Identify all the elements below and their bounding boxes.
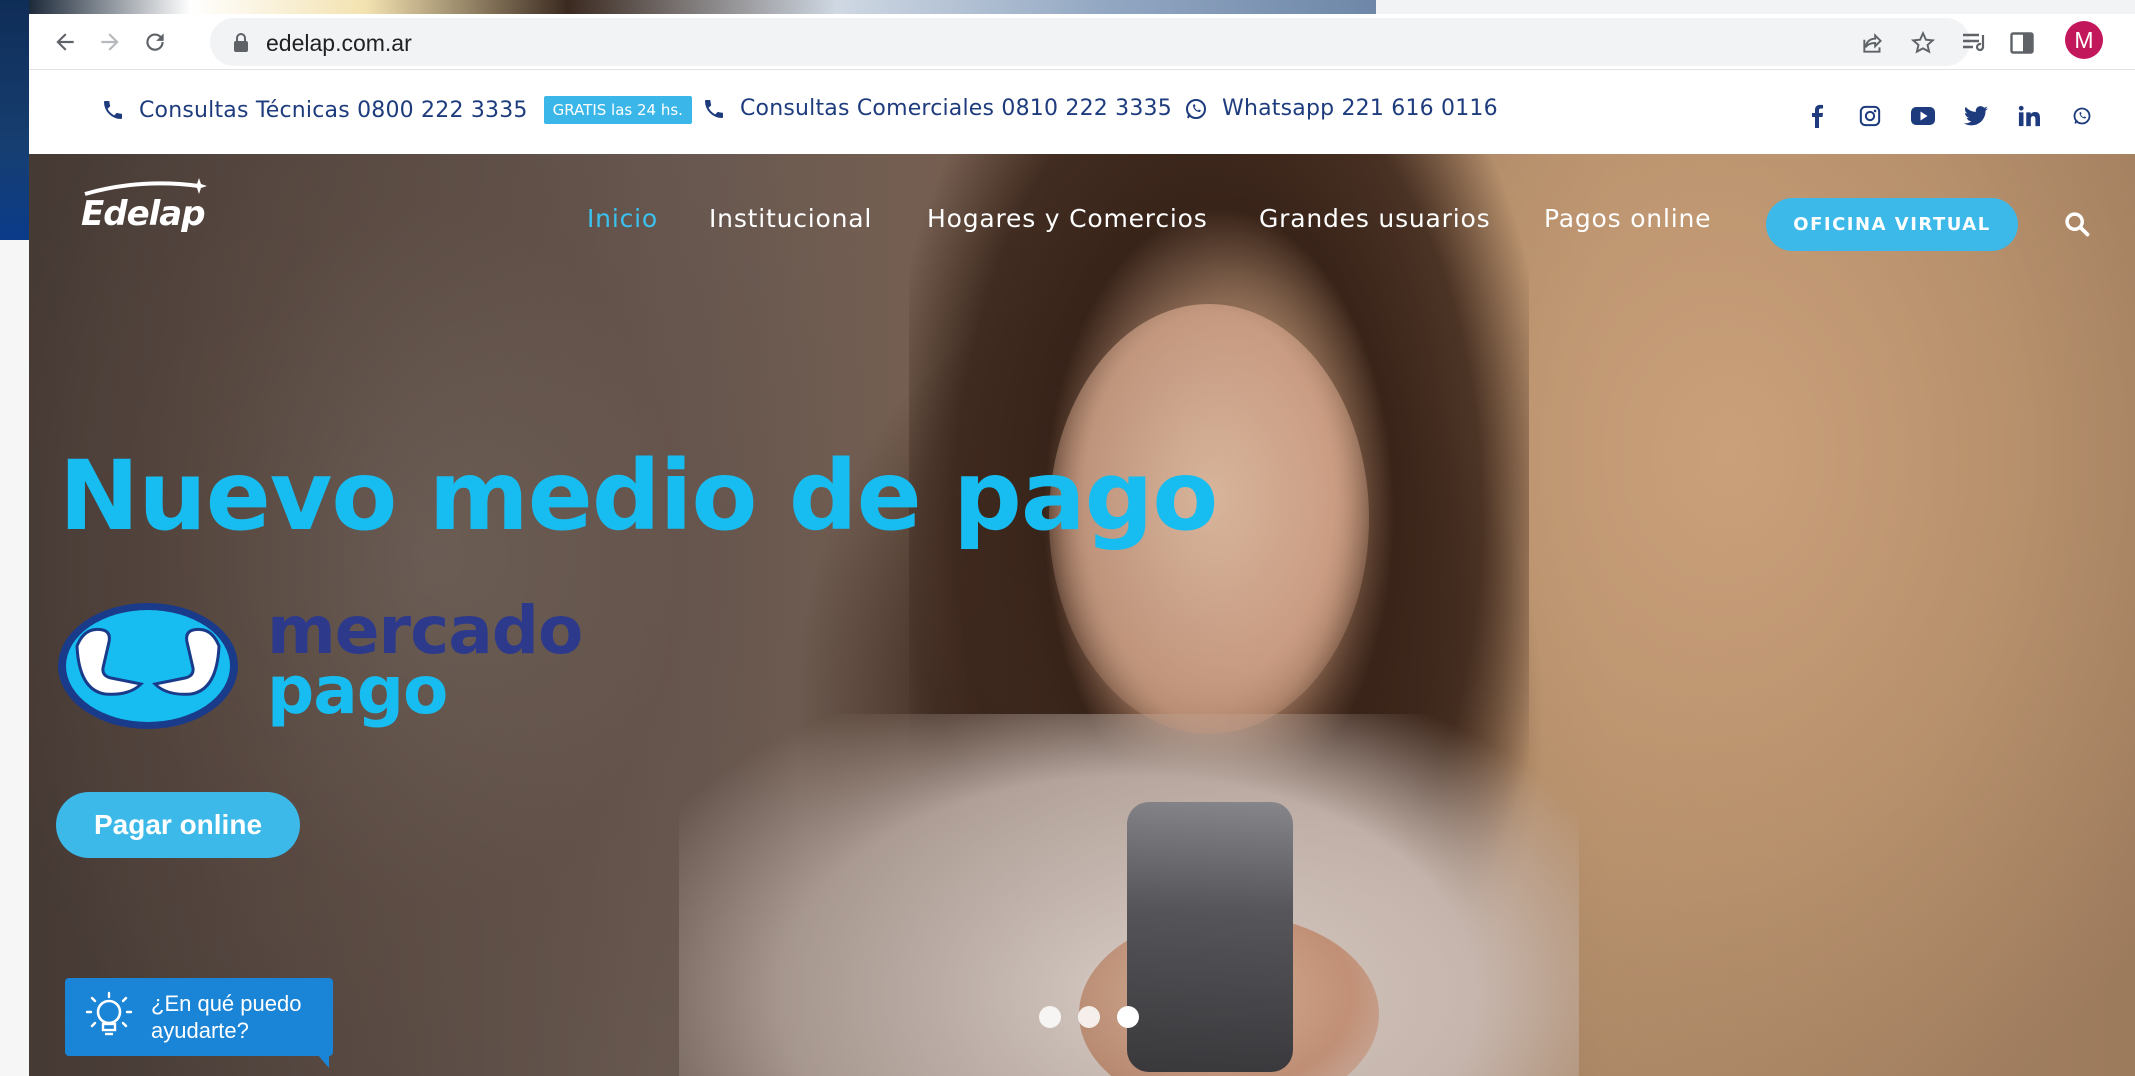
contact-bar: Consultas Técnicas 0800 222 3335 GRATIS …	[29, 70, 2135, 154]
reload-icon	[146, 33, 164, 51]
reload-button[interactable]	[137, 24, 173, 60]
youtube-icon[interactable]	[1909, 102, 1937, 130]
mercado-pago-word-pago: pago	[267, 652, 448, 729]
whatsapp-icon	[1186, 98, 1206, 119]
hero-banner: Edelap Inicio Institucional Hogares y Co…	[29, 154, 2135, 1076]
carousel-dot-3[interactable]	[1117, 1006, 1139, 1028]
side-panel-icon[interactable]	[2010, 32, 2034, 54]
arrow-right-icon	[101, 33, 119, 51]
carousel-dot-1[interactable]	[1039, 1006, 1061, 1028]
nav-hogares-y-comercios[interactable]: Hogares y Comercios	[927, 204, 1208, 233]
help-chat-widget[interactable]: ¿En qué puedo ayudarte?	[65, 978, 333, 1068]
reading-list-icon[interactable]	[1961, 32, 1989, 54]
forward-button[interactable]	[92, 24, 128, 60]
twitter-icon[interactable]	[1962, 102, 1990, 130]
pagar-online-button[interactable]: Pagar online	[56, 792, 300, 858]
tech-contact[interactable]: Consultas Técnicas 0800 222 3335 GRATIS …	[101, 96, 692, 124]
phone-icon	[104, 101, 122, 119]
linkedin-icon[interactable]	[2015, 102, 2043, 130]
tech-contact-label: Consultas Técnicas 0800 222 3335	[139, 97, 528, 123]
facebook-icon[interactable]	[1803, 102, 1831, 130]
search-icon[interactable]	[2063, 210, 2091, 238]
phone-icon	[705, 99, 723, 118]
url-text: edelap.com.ar	[266, 30, 412, 56]
commercial-contact-label: Consultas Comerciales 0810 222 3335	[740, 96, 1172, 121]
background-window-top-right	[1376, 0, 2135, 14]
carousel-dot-2[interactable]	[1078, 1006, 1100, 1028]
logo-swoosh-icon	[84, 178, 207, 196]
share-icon[interactable]	[1860, 30, 1886, 56]
address-bar[interactable]: edelap.com.ar	[210, 18, 1970, 66]
nav-pagos-online[interactable]: Pagos online	[1544, 204, 1711, 233]
nav-inicio[interactable]: Inicio	[587, 204, 658, 233]
whatsapp-social-icon[interactable]	[2068, 102, 2096, 130]
bookmark-star-icon[interactable]	[1910, 30, 1936, 56]
lock-icon	[234, 33, 248, 52]
profile-avatar[interactable]: M	[2065, 21, 2103, 59]
back-button[interactable]	[47, 24, 83, 60]
browser-toolbar: edelap.com.ar M ⋮	[29, 14, 2135, 70]
nav-grandes-usuarios[interactable]: Grandes usuarios	[1259, 204, 1490, 233]
help-chat-tail	[317, 1054, 329, 1068]
hero-title: Nuevo medio de pago	[59, 440, 1218, 552]
commercial-contact[interactable]: Consultas Comerciales 0810 222 3335	[702, 96, 1172, 121]
whatsapp-contact[interactable]: Whatsapp 221 616 0116	[1184, 96, 1498, 121]
help-chat-text: ¿En qué puedo ayudarte?	[151, 991, 302, 1043]
background-window-edge	[0, 0, 29, 240]
background-window-top	[29, 0, 1376, 14]
carousel-dots	[1039, 1006, 1139, 1028]
arrow-left-icon	[56, 33, 74, 51]
whatsapp-contact-label: Whatsapp 221 616 0116	[1222, 96, 1498, 121]
instagram-icon[interactable]	[1856, 102, 1884, 130]
edelap-logo[interactable]: Edelap	[81, 178, 207, 234]
free-24h-badge: GRATIS las 24 hs.	[543, 96, 692, 124]
nav-institucional[interactable]: Institucional	[709, 204, 872, 233]
mercado-pago-handshake-icon	[58, 603, 238, 729]
logo-text: Edelap	[81, 194, 206, 234]
background-window-edge-lower	[0, 240, 29, 1076]
oficina-virtual-button[interactable]: OFICINA VIRTUAL	[1766, 198, 2018, 251]
lightbulb-icon	[85, 991, 133, 1036]
